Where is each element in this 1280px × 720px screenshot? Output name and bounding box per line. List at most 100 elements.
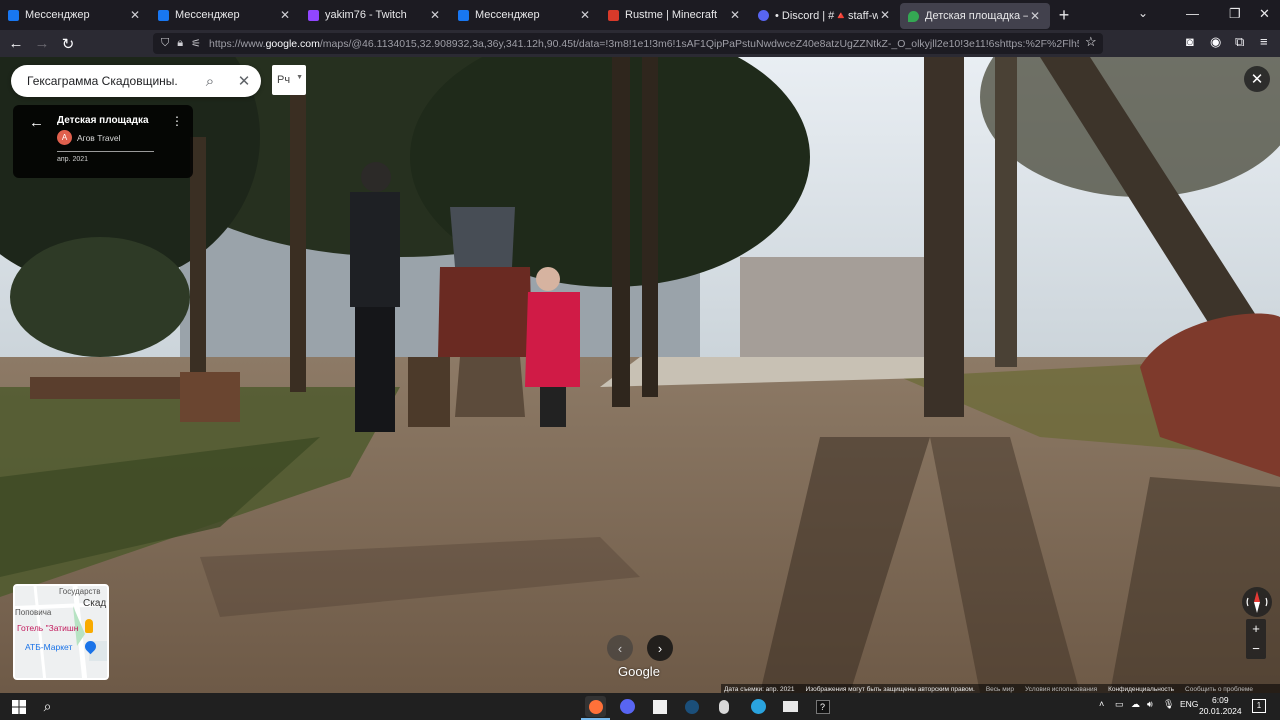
google-logo: Google	[618, 664, 660, 679]
telegram-icon[interactable]	[748, 696, 769, 717]
clear-search-icon[interactable]: ✕	[227, 72, 261, 90]
show-hidden-icons-button[interactable]: ˄	[1099, 699, 1104, 709]
taskbar: ⌕ ? ˄ ▭ ☁ 🔊︎ 🎙︎ ENG 6:09 20.01.2024 1	[0, 693, 1280, 720]
messenger-icon	[458, 9, 469, 21]
compass-needle-icon	[1246, 591, 1268, 613]
close-tab-icon[interactable]: ✕	[428, 8, 442, 22]
network-icon[interactable]: ▭	[1115, 699, 1124, 710]
tab-discord[interactable]: • Discord | #🔺staff-workchat | ✕	[750, 0, 900, 30]
messenger-icon	[8, 9, 19, 21]
microphone-icon[interactable]: 🎙︎	[1163, 699, 1174, 710]
back-arrow-icon[interactable]: ←	[29, 114, 44, 131]
close-tab-icon[interactable]: ✕	[1028, 9, 1042, 23]
zoom-controls: + −	[1246, 619, 1266, 659]
url-text[interactable]: https://www.google.com/maps/@46.1134015,…	[209, 38, 1079, 50]
help-app-icon[interactable]: ?	[812, 696, 833, 717]
notification-center-button[interactable]: 1	[1252, 699, 1266, 713]
capture-date[interactable]: апр. 2021	[57, 156, 88, 163]
steam-icon[interactable]	[681, 696, 702, 717]
close-street-view-button[interactable]: ✕	[1244, 66, 1270, 92]
tab-google-maps[interactable]: Детская площадка – Google К ✕	[900, 3, 1050, 29]
zoom-in-button[interactable]: +	[1246, 619, 1266, 639]
minimap-label: Государств	[59, 587, 101, 596]
place-card: ← Детская площадка ⋮ A Агов Travel апр. …	[13, 105, 193, 178]
close-window-button[interactable]: ✕	[1259, 6, 1270, 22]
cloud-icon[interactable]: ☁	[1131, 699, 1140, 710]
clock[interactable]: 6:09 20.01.2024	[1199, 695, 1242, 717]
windows-start-icon[interactable]	[8, 696, 29, 717]
google-maps-icon	[908, 10, 919, 22]
list-all-tabs-button[interactable]: ⌄	[1138, 6, 1148, 20]
tab-messenger-3[interactable]: Мессенджер ✕	[450, 0, 600, 30]
close-tab-icon[interactable]: ✕	[878, 8, 892, 22]
windows-logo	[11, 699, 26, 714]
tab-messenger-1[interactable]: Мессенджер ✕	[0, 0, 150, 30]
tab-rustme[interactable]: Rustme | Minecraft ✕	[600, 0, 750, 30]
divider	[57, 151, 154, 152]
account-icon[interactable]: ◉	[1210, 34, 1221, 50]
previous-arrow-button[interactable]: ‹	[607, 635, 633, 661]
tab-title: Мессенджер	[475, 9, 540, 21]
language-selector[interactable]: Рч ▼	[272, 65, 306, 95]
reload-button[interactable]: ↻	[56, 32, 80, 56]
search-box[interactable]: Гексаграмма Скадовщины. ⌕ ✕	[11, 65, 261, 97]
bookmark-star-icon[interactable]: ☆	[1085, 34, 1097, 50]
compass[interactable]	[1242, 587, 1272, 617]
close-tab-icon[interactable]: ✕	[128, 8, 142, 22]
tracking-shield-icon[interactable]: ⛉	[161, 37, 169, 50]
discord-icon	[758, 9, 769, 21]
language-indicator[interactable]: ENG	[1180, 699, 1198, 709]
tab-twitch[interactable]: yakim76 - Twitch ✕	[300, 0, 450, 30]
url-bar[interactable]: ⛉ 🔒︎ ⚟ https://www.google.com/maps/@46.1…	[153, 33, 1103, 54]
restore-button[interactable]: ❐	[1229, 6, 1241, 22]
back-button[interactable]: ←	[4, 32, 28, 56]
permissions-icon[interactable]: ⚟	[191, 37, 201, 50]
pegman-icon	[85, 619, 93, 633]
tab-title: Мессенджер	[175, 9, 240, 21]
author-name[interactable]: Агов Travel	[77, 133, 121, 143]
search-icon[interactable]: ⌕	[37, 696, 58, 717]
tab-messenger-2[interactable]: Мессенджер ✕	[150, 0, 300, 30]
author-avatar[interactable]: A	[57, 130, 72, 145]
pocket-icon[interactable]: ◙	[1186, 34, 1194, 49]
attribution-bar: Дата съемки: апр. 2021 Изображения могут…	[721, 684, 1280, 693]
search-icon[interactable]: ⌕	[193, 73, 227, 90]
extensions-icon[interactable]: ⧉	[1235, 34, 1244, 50]
game-app-icon[interactable]	[649, 696, 670, 717]
firefox-icon[interactable]	[585, 696, 606, 717]
minimize-button[interactable]: —	[1186, 6, 1199, 21]
twitch-icon	[308, 9, 319, 21]
close-tab-icon[interactable]: ✕	[578, 8, 592, 22]
minimap-label: Скад	[83, 598, 107, 609]
chevron-down-icon: ▼	[296, 74, 303, 81]
search-input[interactable]: Гексаграмма Скадовщины.	[27, 74, 193, 88]
minimap-label: Готель "Затишн	[17, 623, 79, 633]
close-tab-icon[interactable]: ✕	[278, 8, 292, 22]
time: 6:09	[1212, 695, 1229, 705]
privacy-link[interactable]: Конфиденциальность	[1108, 686, 1174, 693]
tab-title: • Discord | #🔺staff-workchat |	[775, 9, 878, 22]
tab-title: Детская площадка – Google К	[925, 10, 1028, 22]
lock-icon[interactable]: 🔒︎	[177, 37, 183, 50]
forward-button[interactable]: →	[30, 32, 54, 56]
minimap-label: АТБ-Маркет	[25, 642, 73, 652]
copyright-notice: Изображения могут быть защищены авторски…	[805, 685, 975, 693]
terms-link[interactable]: Условия использования	[1025, 686, 1097, 693]
more-options-icon[interactable]: ⋮	[171, 114, 183, 128]
minimap-label: Поповича	[15, 608, 52, 617]
menu-icon[interactable]: ≡	[1260, 34, 1268, 49]
zoom-out-button[interactable]: −	[1246, 639, 1266, 659]
file-explorer-icon[interactable]	[780, 696, 801, 717]
report-problem-link[interactable]: Сообщить о проблеме	[1185, 686, 1253, 693]
next-arrow-button[interactable]: ›	[647, 635, 673, 661]
volume-icon[interactable]: 🔊︎	[1147, 699, 1153, 710]
close-tab-icon[interactable]: ✕	[728, 8, 742, 22]
world-link[interactable]: Весь мир	[986, 686, 1014, 693]
street-view-panorama[interactable]: Гексаграмма Скадовщины. ⌕ ✕ Рч ▼ ← Детск…	[0, 57, 1280, 693]
discord-app-icon[interactable]	[617, 696, 638, 717]
place-title[interactable]: Детская площадка	[57, 115, 149, 126]
minimap[interactable]: Государств Скад Поповича Готель "Затишн …	[13, 584, 109, 680]
app-icon[interactable]	[713, 696, 734, 717]
new-tab-button[interactable]: +	[1050, 5, 1078, 26]
language-label: Рч	[277, 74, 291, 86]
